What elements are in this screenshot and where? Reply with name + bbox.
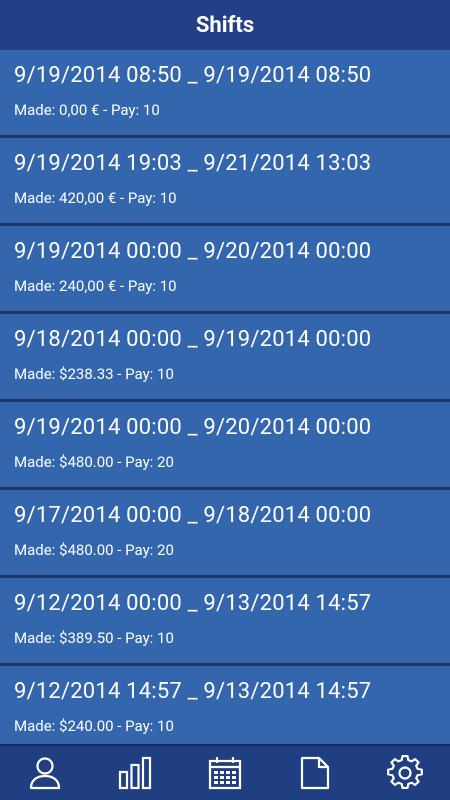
shift-date-range: 9/19/2014 19:03 _ 9/21/2014 13:03 [14,151,372,176]
page-title: Shifts [195,12,255,38]
calendar-icon [208,757,242,790]
nav-settings-button[interactable] [375,747,435,799]
gear-icon [387,755,423,790]
nav-calendar-button[interactable] [195,747,255,799]
shift-date-range: 9/17/2014 00:00 _ 9/18/2014 00:00 [14,503,372,528]
nav-profile-button[interactable] [15,747,75,799]
person-icon [29,757,61,790]
shift-item[interactable]: 9/19/2014 19:03 _ 9/21/2014 13:03 Made: … [0,138,450,226]
nav-reports-button[interactable] [285,747,345,799]
shift-date-range: 9/18/2014 00:00 _ 9/19/2014 00:00 [14,327,372,352]
shift-item[interactable]: 9/12/2014 00:00 _ 9/13/2014 14:57 Made: … [0,578,450,666]
shift-list[interactable]: 9/19/2014 08:50 _ 9/19/2014 08:50 Made: … [0,50,450,744]
shift-date-range: 9/19/2014 08:50 _ 9/19/2014 08:50 [14,63,372,88]
bar-chart-icon [118,756,152,790]
shift-item[interactable]: 9/19/2014 00:00 _ 9/20/2014 00:00 Made: … [0,226,450,314]
shift-item[interactable]: 9/17/2014 00:00 _ 9/18/2014 00:00 Made: … [0,490,450,578]
shift-item[interactable]: 9/12/2014 14:57 _ 9/13/2014 14:57 Made: … [0,666,450,744]
document-icon [300,756,330,790]
shift-item[interactable]: 9/18/2014 00:00 _ 9/19/2014 00:00 Made: … [0,314,450,402]
shift-date-range: 9/12/2014 00:00 _ 9/13/2014 14:57 [14,591,372,616]
shift-date-range: 9/19/2014 00:00 _ 9/20/2014 00:00 [14,239,372,264]
shift-item[interactable]: 9/19/2014 08:50 _ 9/19/2014 08:50 Made: … [0,50,450,138]
shift-summary: Made: $480.00 - Pay: 20 [14,453,174,471]
shift-summary: Made: $240.00 - Pay: 10 [14,717,174,735]
bottom-nav [0,744,450,800]
shift-summary: Made: $389.50 - Pay: 10 [14,629,174,647]
shift-date-range: 9/12/2014 14:57 _ 9/13/2014 14:57 [14,679,372,704]
shift-summary: Made: 420,00 € - Pay: 10 [14,189,177,207]
shift-summary: Made: 240,00 € - Pay: 10 [14,277,177,295]
shift-summary: Made: $238.33 - Pay: 10 [14,365,174,383]
nav-stats-button[interactable] [105,747,165,799]
shift-date-range: 9/19/2014 00:00 _ 9/20/2014 00:00 [14,415,372,440]
app-header: Shifts [0,0,450,50]
shift-summary: Made: 0,00 € - Pay: 10 [14,101,160,119]
shift-item[interactable]: 9/19/2014 00:00 _ 9/20/2014 00:00 Made: … [0,402,450,490]
shift-summary: Made: $480.00 - Pay: 20 [14,541,174,559]
